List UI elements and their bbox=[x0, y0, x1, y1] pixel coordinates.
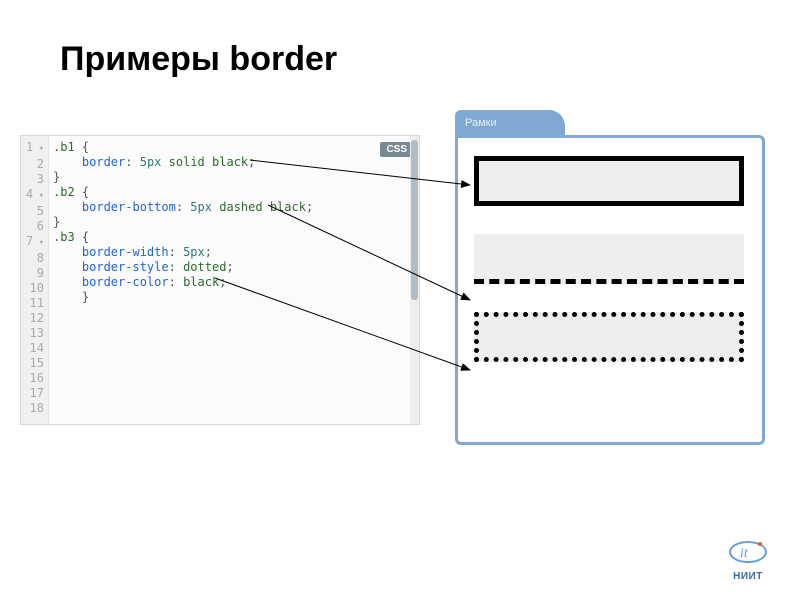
logo: it НИИТ bbox=[726, 538, 770, 582]
line-num: 17 bbox=[21, 386, 44, 401]
demo-box-dashed-bottom bbox=[474, 234, 744, 284]
line-num: 12 bbox=[21, 311, 44, 326]
line-num: 4 ▾ bbox=[21, 187, 44, 204]
line-num: 8 bbox=[21, 251, 44, 266]
svg-text:it: it bbox=[740, 546, 749, 561]
line-num: 14 bbox=[21, 341, 44, 356]
line-num: 3 bbox=[21, 172, 44, 187]
line-num: 6 bbox=[21, 219, 44, 234]
line-num: 1 ▾ bbox=[21, 140, 44, 157]
logo-text: НИИТ bbox=[726, 571, 770, 582]
browser-preview: Рамки bbox=[455, 135, 765, 445]
code-body: .b1 { border: 5px solid black; } .b2 { b… bbox=[53, 136, 409, 424]
line-num: 7 ▾ bbox=[21, 234, 44, 251]
line-num: 16 bbox=[21, 371, 44, 386]
demo-box-dotted bbox=[474, 312, 744, 362]
slide-title: Примеры border bbox=[60, 40, 337, 79]
preview-area bbox=[458, 138, 762, 408]
line-num: 15 bbox=[21, 356, 44, 371]
scrollbar[interactable] bbox=[410, 136, 419, 424]
line-num: 9 bbox=[21, 266, 44, 281]
scroll-thumb[interactable] bbox=[411, 140, 418, 300]
line-num: 18 bbox=[21, 401, 44, 416]
line-num: 13 bbox=[21, 326, 44, 341]
line-num: 11 bbox=[21, 296, 44, 311]
demo-box-solid bbox=[474, 156, 744, 206]
line-num: 2 bbox=[21, 157, 44, 172]
logo-icon: it bbox=[726, 538, 770, 566]
line-num: 5 bbox=[21, 204, 44, 219]
code-panel: 1 ▾ 2 3 4 ▾ 5 6 7 ▾ 8 9 10 11 12 13 14 1… bbox=[20, 135, 420, 425]
css-badge: CSS bbox=[380, 142, 413, 157]
browser-tab: Рамки bbox=[455, 110, 565, 138]
line-gutter: 1 ▾ 2 3 4 ▾ 5 6 7 ▾ 8 9 10 11 12 13 14 1… bbox=[21, 136, 49, 424]
line-num: 10 bbox=[21, 281, 44, 296]
